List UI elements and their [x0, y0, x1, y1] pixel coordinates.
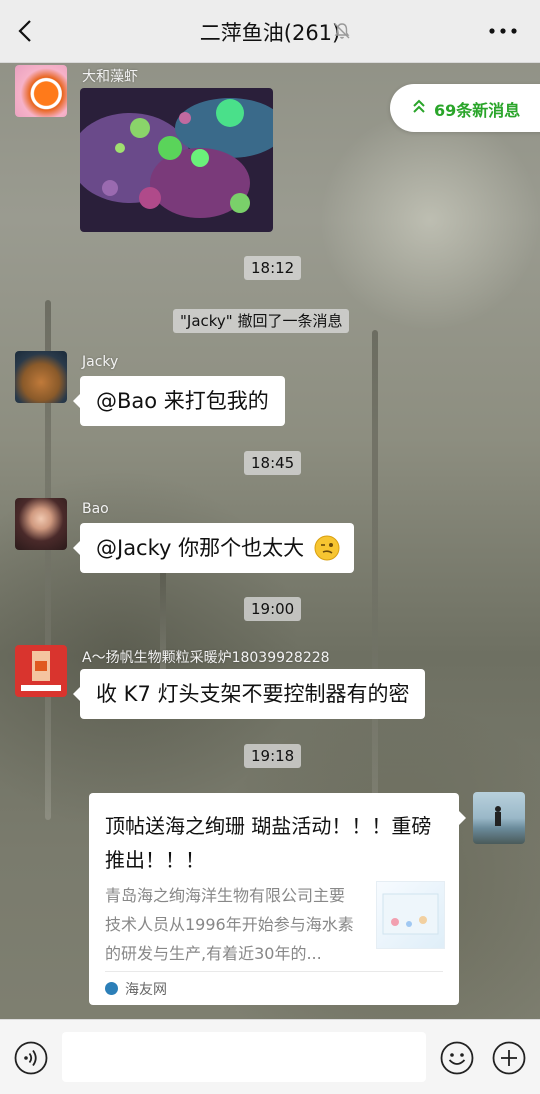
mute-bell-icon — [334, 23, 350, 39]
my-avatar[interactable] — [473, 792, 525, 844]
voice-input-icon[interactable] — [14, 1041, 48, 1075]
avatar[interactable] — [15, 351, 67, 403]
thumbnail-image — [382, 893, 439, 935]
link-card-title: 顶帖送海之绚珊 瑚盐活动！！！重磅推出！！！ — [105, 814, 432, 872]
timestamp: 18:45 — [244, 451, 302, 475]
timestamp: 19:18 — [244, 744, 302, 768]
avatar[interactable] — [15, 645, 67, 697]
link-card-message[interactable]: 顶帖送海之绚珊 瑚盐活动！！！重磅推出！！！ 青岛海之绚海洋生物有限公司主要技术… — [89, 793, 466, 1005]
message-input[interactable] — [62, 1032, 426, 1082]
coral-photo — [80, 88, 273, 232]
source-logo-icon — [105, 982, 118, 995]
chat-header: 二萍鱼油(261) — [0, 0, 540, 63]
link-card-thumbnail — [376, 881, 445, 949]
system-message: "Jacky" 撤回了一条消息 — [173, 309, 350, 333]
input-bar — [0, 1019, 540, 1094]
stove-logo-icon — [21, 651, 61, 691]
image-message[interactable] — [80, 88, 273, 232]
timestamp: 18:12 — [244, 256, 302, 280]
emoji-icon[interactable] — [440, 1041, 474, 1075]
person-silhouette-icon — [495, 806, 501, 826]
smirk-emoji-icon — [314, 535, 340, 561]
sender-name: Jacky — [82, 354, 119, 370]
double-chevron-up-icon — [413, 99, 425, 113]
message-text: @Jacky 你那个也太大 — [96, 536, 305, 560]
timestamp: 19:00 — [244, 597, 302, 621]
link-card-source: 海友网 — [125, 982, 167, 998]
chat-title: 二萍鱼油(261) — [199, 21, 341, 45]
message-bubble[interactable]: @Jacky 你那个也太大 — [72, 523, 355, 573]
more-options-icon[interactable] — [488, 22, 518, 40]
new-messages-button[interactable]: 69条新消息 — [390, 84, 540, 132]
new-messages-label: 69条新消息 — [434, 101, 521, 120]
link-card-description: 青岛海之绚海洋生物有限公司主要技术人员从1996年开始参与海水素的研发与生产,有… — [105, 886, 354, 963]
divider — [105, 971, 443, 972]
message-bubble[interactable]: 收 K7 灯头支架不要控制器有的密 — [72, 669, 426, 719]
sender-name: A～扬帆生物颗粒采暖炉18039928228 — [82, 650, 330, 666]
avatar[interactable] — [15, 498, 67, 550]
message-bubble[interactable]: @Bao 来打包我的 — [73, 376, 285, 426]
sender-name: Bao — [82, 501, 109, 517]
sender-name: 大和藻虾 — [82, 69, 138, 85]
plus-icon[interactable] — [492, 1041, 526, 1075]
avatar[interactable] — [15, 65, 67, 117]
